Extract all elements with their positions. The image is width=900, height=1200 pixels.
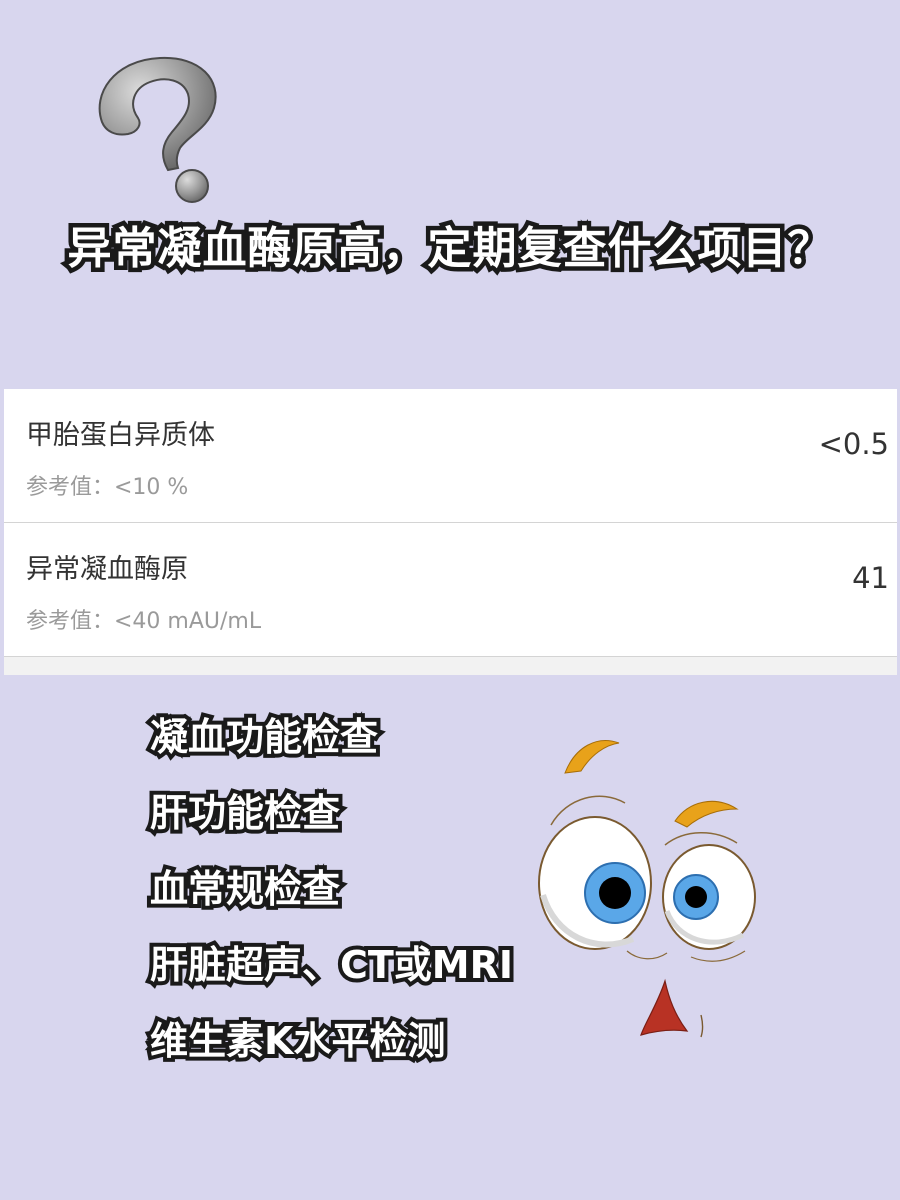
question-mark-icon bbox=[98, 56, 217, 203]
lab-results-card: 甲胎蛋白异质体 参考值：<10 % <0.5 异常凝血酶原 参考值：<40 mA… bbox=[4, 389, 897, 675]
result-value: 41 bbox=[852, 561, 889, 595]
result-reference: 参考值：<40 mAU/mL bbox=[26, 609, 262, 634]
result-name: 甲胎蛋白异质体 bbox=[26, 420, 215, 451]
result-name: 异常凝血酶原 bbox=[26, 554, 188, 585]
checkup-list: 凝血功能检查 肝功能检查 血常规检查 肝脏超声、CT或MRI 维生素K水平检测 bbox=[146, 706, 517, 1086]
result-row: 甲胎蛋白异质体 参考值：<10 % <0.5 bbox=[4, 389, 897, 523]
checkup-item: 肝功能检查 bbox=[146, 787, 344, 839]
checkup-item: 凝血功能检查 bbox=[146, 711, 382, 763]
result-value: <0.5 bbox=[818, 427, 889, 461]
result-reference: 参考值：<10 % bbox=[26, 475, 189, 500]
checkup-item: 血常规检查 bbox=[146, 863, 344, 915]
confused-face-icon bbox=[538, 740, 756, 1038]
checkup-item: 维生素K水平检测 bbox=[146, 1015, 449, 1067]
checkup-item: 肝脏超声、CT或MRI bbox=[146, 939, 517, 991]
page-title: 异常凝血酶原高，定期复查什么项目？ bbox=[63, 219, 836, 279]
result-row: 异常凝血酶原 参考值：<40 mAU/mL 41 bbox=[4, 523, 897, 657]
